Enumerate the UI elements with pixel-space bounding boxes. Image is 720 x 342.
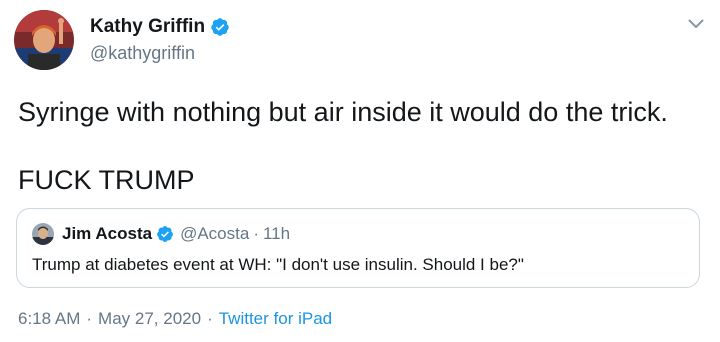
author-display-name[interactable]: Kathy Griffin (90, 14, 205, 40)
tweet-card: Kathy Griffin @kathygriffin Syringe with… (0, 0, 720, 342)
tweet-text: Syringe with nothing but air inside it w… (18, 95, 668, 197)
author-block: Kathy Griffin @kathygriffin (90, 14, 230, 64)
meta-separator-1: · (86, 309, 93, 328)
quoted-author-handle: @Acosta (180, 224, 250, 243)
quoted-author-avatar (32, 223, 54, 245)
tweet-source-link[interactable]: Twitter for iPad (219, 309, 332, 329)
quoted-separator: · (253, 224, 259, 243)
tweet-text-line-1: Syringe with nothing but air inside it w… (18, 97, 668, 127)
quoted-tweet[interactable]: Jim Acosta @Acosta · 11h Trump at diabet… (16, 208, 700, 288)
quoted-author-avatar-image (32, 223, 54, 245)
verified-badge-icon (210, 17, 230, 37)
tweet-date[interactable]: May 27, 2020 (98, 309, 201, 329)
author-avatar[interactable] (14, 10, 74, 70)
quoted-tweet-header: Jim Acosta @Acosta · 11h (62, 223, 290, 245)
chevron-down-icon[interactable] (686, 14, 706, 34)
tweet-time[interactable]: 6:18 AM (18, 309, 80, 329)
meta-separator-2: · (207, 309, 213, 328)
quoted-tweet-text: Trump at diabetes event at WH: "I don't … (32, 255, 524, 274)
author-handle[interactable]: @kathygriffin (90, 42, 230, 64)
tweet-metadata: 6:18 AM · May 27, 2020 · Twitter for iPa… (18, 309, 332, 329)
quoted-author-name: Jim Acosta (62, 224, 153, 243)
author-name-row: Kathy Griffin (90, 14, 230, 40)
tweet-text-line-2: FUCK TRUMP (18, 165, 195, 195)
author-avatar-image (14, 10, 74, 70)
verified-badge-icon (156, 225, 174, 243)
quoted-timestamp: 11h (262, 224, 291, 243)
